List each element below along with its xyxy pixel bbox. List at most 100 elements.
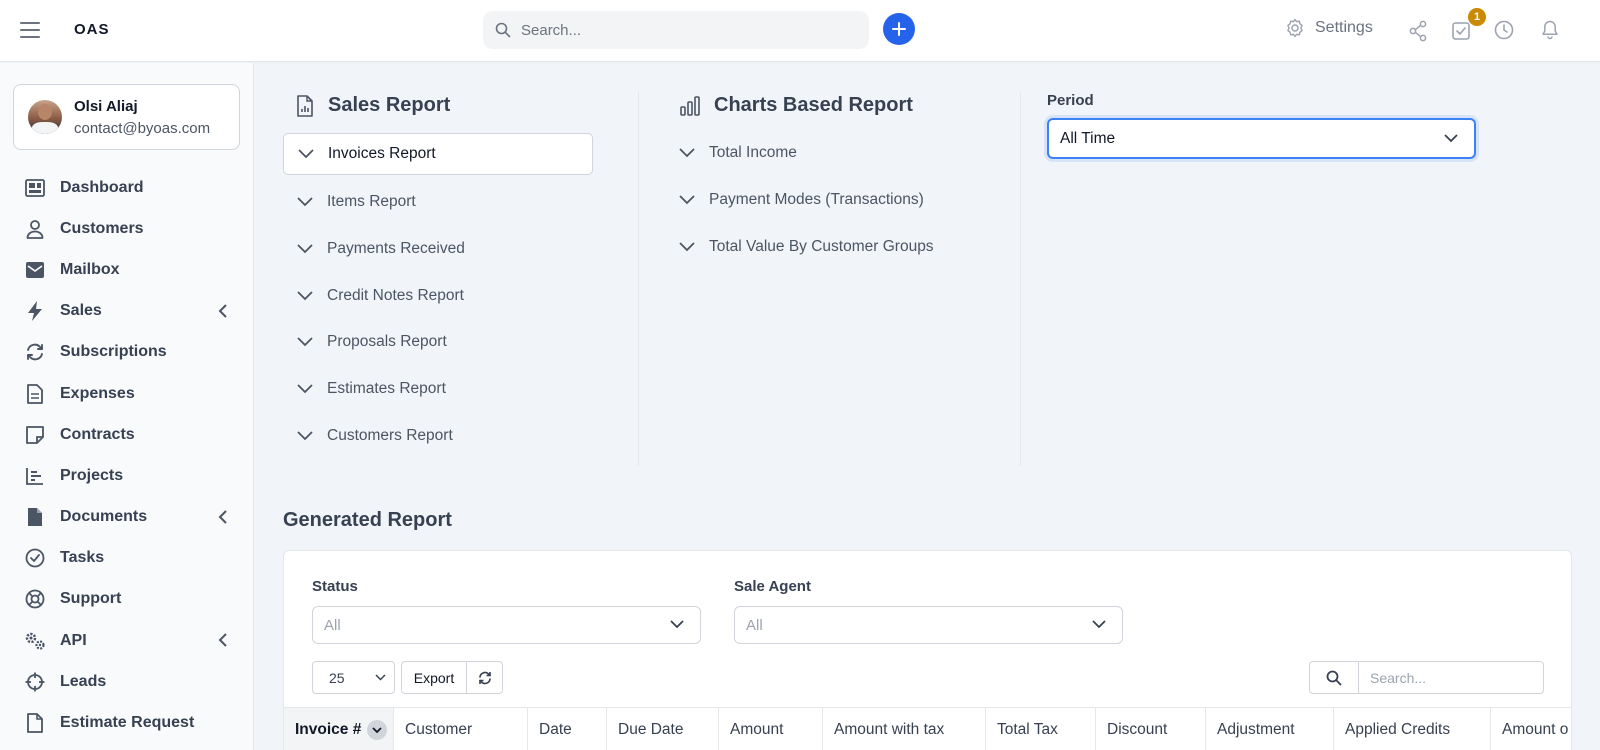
status-filter-select[interactable]: All — [312, 606, 701, 644]
sidebar-item-label: API — [60, 631, 87, 649]
tasks-checkbox-icon[interactable] — [1452, 22, 1470, 40]
export-button[interactable]: Export — [401, 661, 467, 694]
report-item-invoices[interactable]: Invoices Report — [283, 133, 593, 175]
clock-icon[interactable] — [1494, 20, 1514, 40]
sidebar-item-label: Subscriptions — [60, 343, 167, 361]
chevron-down-icon — [297, 337, 313, 347]
sidebar-item-label: Customers — [60, 219, 144, 237]
sort-chevron-down-icon — [367, 720, 388, 740]
chevron-down-icon — [298, 149, 314, 159]
report-file-icon — [297, 94, 313, 117]
chevron-down-icon — [679, 148, 695, 158]
sidebar-nav: Dashboard Customers Mailbox Sales Subscr… — [0, 167, 254, 744]
column-header-label: Customer — [405, 721, 473, 738]
column-header-discount[interactable]: Discount — [1096, 708, 1206, 750]
chevron-down-icon — [679, 195, 695, 205]
settings-button[interactable]: Settings — [1285, 18, 1373, 38]
profile-name: Olsi Aliaj — [74, 98, 138, 115]
page-size-value: 25 — [329, 669, 345, 686]
column-divider — [1020, 92, 1021, 466]
chart-item-payment-modes[interactable]: Payment Modes (Transactions) — [665, 177, 995, 224]
sidebar-item-estimate-request[interactable]: Estimate Request — [0, 702, 254, 743]
sidebar-item-api[interactable]: API — [0, 620, 254, 661]
table-search-input[interactable] — [1358, 661, 1544, 694]
table-header: Invoice # Customer Date Due Date Amount … — [284, 707, 1571, 750]
life-ring-icon — [24, 588, 46, 610]
report-item-credit-notes[interactable]: Credit Notes Report — [283, 272, 593, 319]
report-item-estimates[interactable]: Estimates Report — [283, 366, 593, 413]
chevron-down-icon — [1092, 620, 1106, 629]
chart-item-label: Payment Modes (Transactions) — [709, 191, 924, 209]
column-header-amount-open[interactable]: Amount o — [1491, 708, 1571, 750]
sales-report-list: Invoices Report Items Report Payments Re… — [283, 133, 593, 459]
table-search-button[interactable] — [1309, 661, 1359, 694]
sidebar-item-dashboard[interactable]: Dashboard — [0, 167, 254, 208]
sidebar-item-tasks[interactable]: Tasks — [0, 538, 254, 579]
sidebar-item-label: Sales — [60, 302, 102, 320]
refresh-icon — [478, 671, 491, 684]
column-header-customer[interactable]: Customer — [394, 708, 528, 750]
charts-report-list: Total Income Payment Modes (Transactions… — [665, 130, 995, 270]
page-size-select[interactable]: 25 — [312, 661, 395, 694]
column-header-due-date[interactable]: Due Date — [607, 708, 719, 750]
sidebar-item-label: Dashboard — [60, 178, 144, 196]
global-search-input[interactable] — [521, 11, 861, 49]
quick-create-button[interactable] — [883, 13, 915, 45]
hamburger-menu-icon[interactable] — [20, 22, 40, 38]
settings-label: Settings — [1315, 19, 1373, 36]
repeat-icon — [24, 341, 46, 363]
report-item-payments-received[interactable]: Payments Received — [283, 226, 593, 273]
sidebar-item-label: Mailbox — [60, 260, 120, 278]
sidebar-item-sales[interactable]: Sales — [0, 291, 254, 332]
sidebar-item-subscriptions[interactable]: Subscriptions — [0, 332, 254, 373]
column-header-invoice[interactable]: Invoice # — [284, 708, 394, 750]
sales-report-title: Sales Report — [328, 94, 451, 116]
column-header-applied-credits[interactable]: Applied Credits — [1334, 708, 1491, 750]
chart-item-customer-groups[interactable]: Total Value By Customer Groups — [665, 223, 995, 270]
sale-agent-filter-label: Sale Agent — [734, 578, 811, 595]
sidebar-item-label: Projects — [60, 466, 124, 484]
sale-agent-filter-select[interactable]: All — [734, 606, 1123, 644]
share-icon[interactable] — [1408, 20, 1428, 42]
bell-icon[interactable] — [1541, 20, 1559, 40]
sidebar-item-label: Documents — [60, 508, 148, 526]
report-item-items[interactable]: Items Report — [283, 179, 593, 226]
refresh-button[interactable] — [466, 661, 503, 694]
chevron-left-icon — [218, 509, 227, 524]
column-divider — [638, 92, 639, 466]
sidebar-item-support[interactable]: Support — [0, 579, 254, 620]
column-header-total-tax[interactable]: Total Tax — [986, 708, 1096, 750]
sidebar-item-leads[interactable]: Leads — [0, 661, 254, 702]
sidebar-item-expenses[interactable]: Expenses — [0, 373, 254, 414]
chart-item-total-income[interactable]: Total Income — [665, 130, 995, 177]
sidebar-item-contracts[interactable]: Contracts — [0, 414, 254, 455]
sidebar-item-label: Tasks — [60, 549, 105, 567]
sidebar-item-documents[interactable]: Documents — [0, 497, 254, 538]
column-header-adjustment[interactable]: Adjustment — [1206, 708, 1334, 750]
column-header-amount-with-tax[interactable]: Amount with tax — [823, 708, 986, 750]
profile-card[interactable]: Olsi Aliaj contact@byoas.com — [13, 84, 240, 150]
plus-icon — [892, 22, 906, 36]
chevron-left-icon — [218, 303, 227, 318]
column-header-label: Amount — [730, 721, 784, 738]
column-header-amount[interactable]: Amount — [719, 708, 823, 750]
chevron-down-icon — [297, 197, 313, 207]
report-item-customers[interactable]: Customers Report — [283, 412, 593, 459]
report-item-label: Proposals Report — [327, 333, 447, 351]
sidebar: Olsi Aliaj contact@byoas.com Dashboard C… — [0, 63, 254, 750]
app-logo[interactable]: OAS — [74, 21, 110, 38]
chevron-down-icon — [670, 620, 684, 629]
sidebar-item-label: Contracts — [60, 425, 135, 443]
sidebar-item-mailbox[interactable]: Mailbox — [0, 249, 254, 290]
sidebar-item-customers[interactable]: Customers — [0, 208, 254, 249]
report-item-proposals[interactable]: Proposals Report — [283, 319, 593, 366]
period-select[interactable]: All Time — [1047, 118, 1476, 159]
column-header-label: Date — [539, 721, 572, 738]
chevron-down-icon — [297, 384, 313, 394]
global-search — [483, 11, 869, 49]
sidebar-item-label: Leads — [60, 672, 107, 690]
tasks-badge: 1 — [1468, 8, 1486, 26]
column-header-date[interactable]: Date — [528, 708, 607, 750]
chevron-down-icon — [297, 244, 313, 254]
sidebar-item-projects[interactable]: Projects — [0, 455, 254, 496]
